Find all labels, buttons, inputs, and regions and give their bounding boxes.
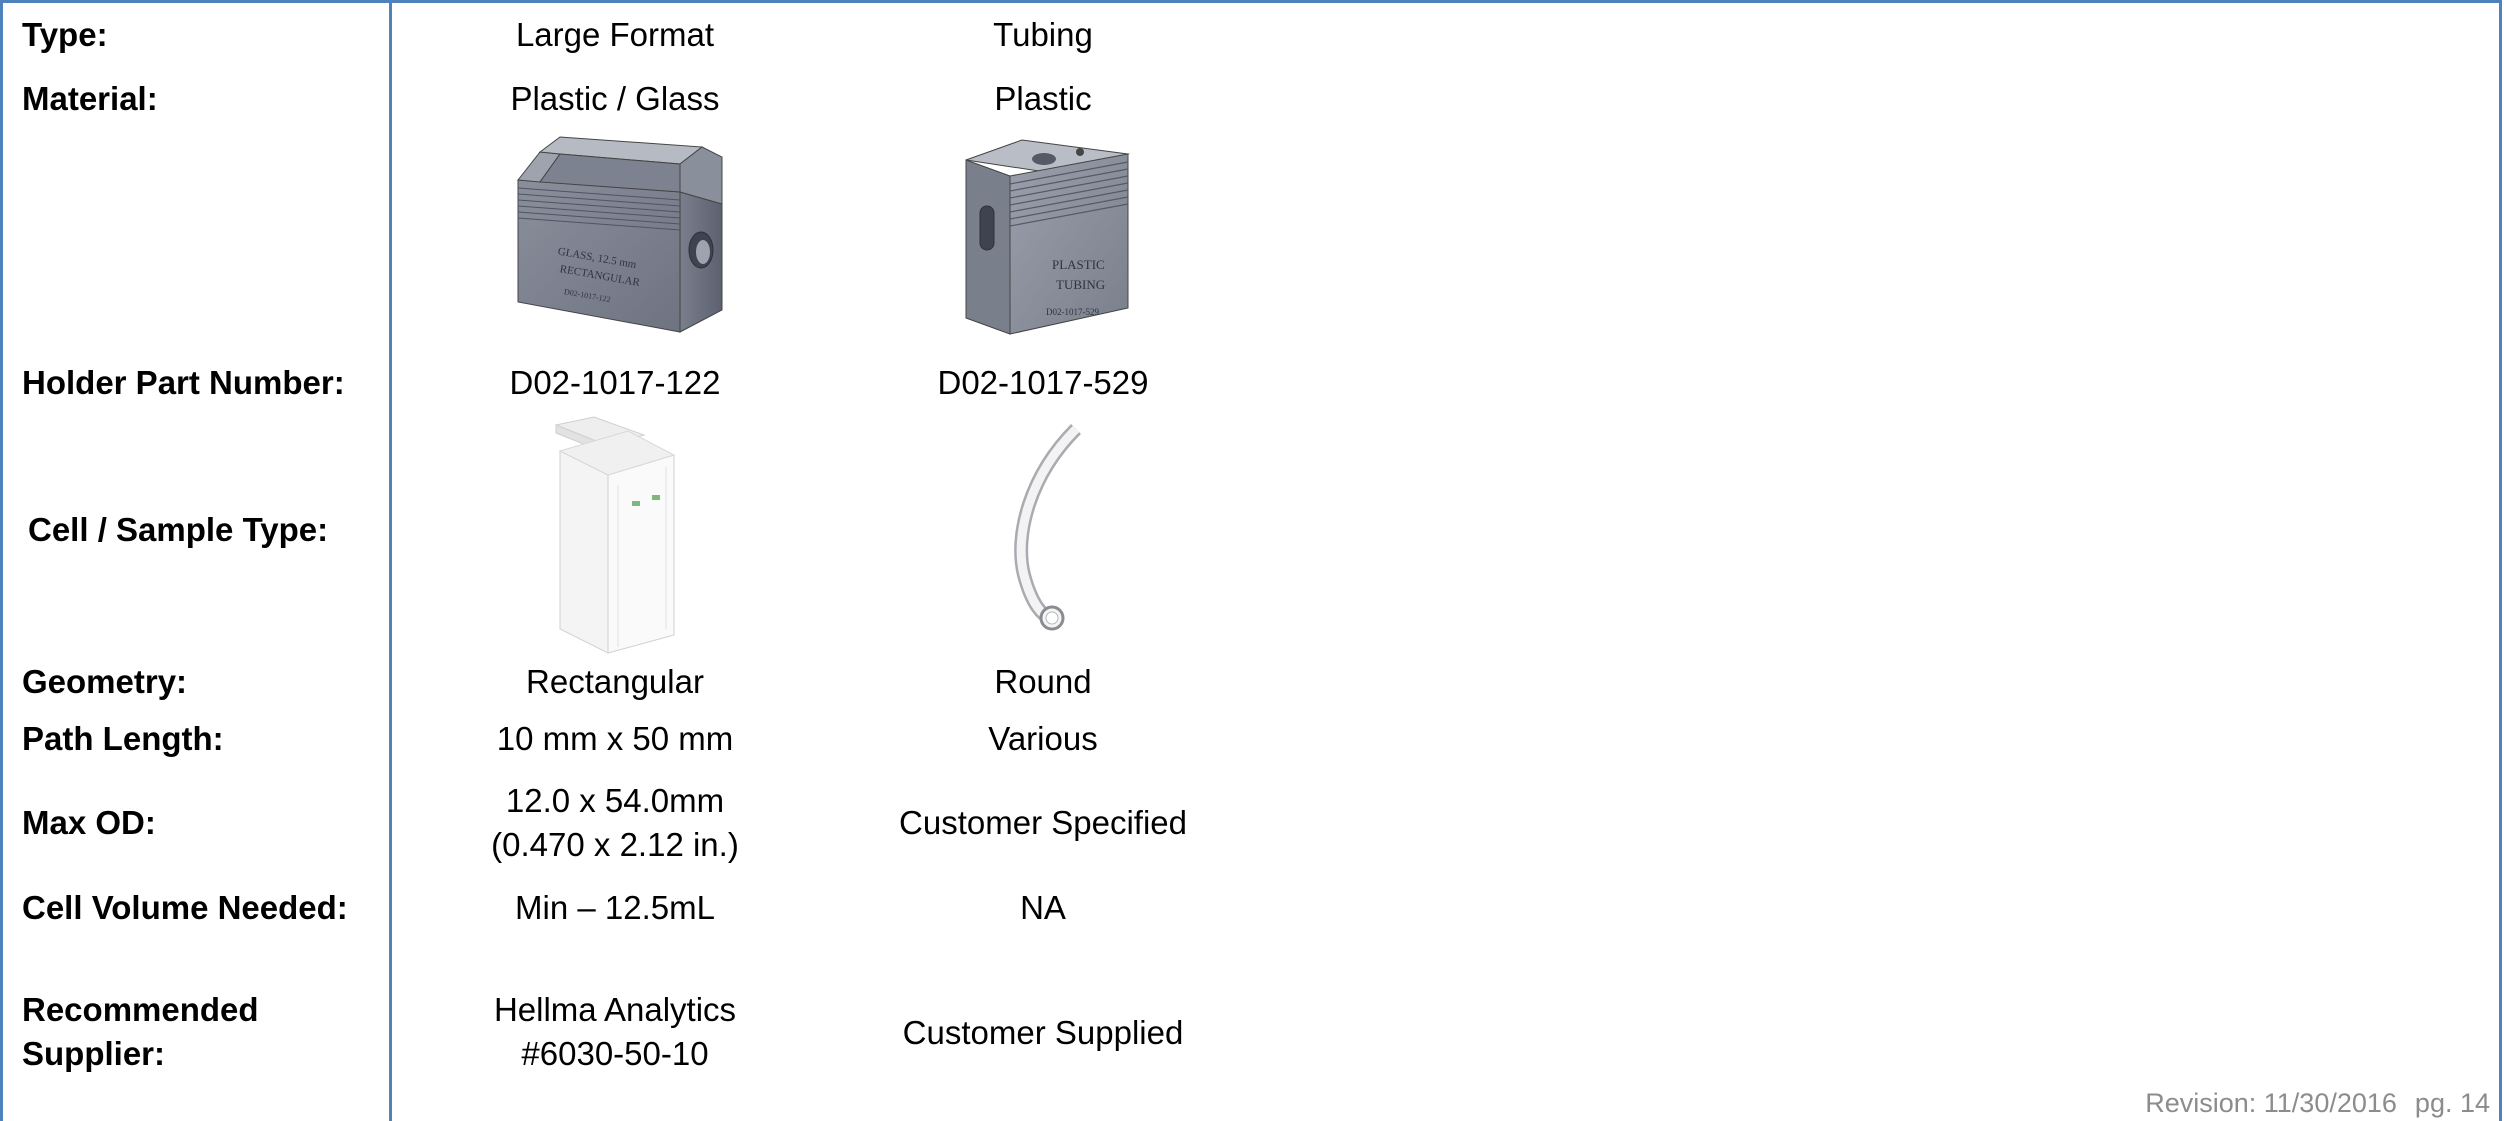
label-cell-sample-type: Cell / Sample Type: — [28, 511, 329, 548]
cuvette-image — [554, 416, 676, 654]
path-length-2: Various — [988, 720, 1098, 757]
revision-date: Revision: 11/30/2016 — [2145, 1088, 2397, 1118]
supplier-1: Hellma Analytics #6030-50-10 — [430, 988, 800, 1076]
column-divider — [389, 0, 392, 1121]
supplier-1-name: Hellma Analytics — [493, 991, 737, 1028]
holder-part-number-2: D02-1017-529 — [937, 364, 1149, 401]
label-supplier: Supplier: — [22, 1035, 166, 1072]
material-plastic-glass: Plastic / Glass — [510, 80, 720, 117]
supplier-2: Customer Supplied — [902, 1014, 1184, 1051]
label-cell-volume: Cell Volume Needed: — [22, 889, 348, 926]
geometry-rectangular: Rectangular — [526, 663, 704, 700]
max-od-1-mm: 12.0 x 54.0mm — [505, 782, 725, 819]
max-od-1: 12.0 x 54.0mm (0.470 x 2.12 in.) — [430, 779, 800, 867]
supplier-1-part: #6030-50-10 — [521, 1035, 709, 1072]
holder-2-engraving-3: D02-1017-529 — [1046, 307, 1099, 317]
holder-2-engraving-1: PLASTIC — [1052, 257, 1105, 272]
geometry-round: Round — [994, 663, 1092, 700]
label-path-length: Path Length: — [22, 720, 224, 757]
label-holder-part-number: Holder Part Number: — [22, 364, 345, 401]
label-recommended: Recommended — [22, 991, 259, 1028]
type-large-format: Large Format — [515, 16, 715, 53]
max-od-2: Customer Specified — [899, 804, 1187, 841]
cell-volume-1: Min – 12.5mL — [515, 889, 715, 926]
page-number: pg. 14 — [2414, 1088, 2490, 1118]
tubing-image — [1014, 424, 1081, 631]
type-tubing: Tubing — [993, 16, 1093, 53]
label-material: Material: — [22, 80, 158, 117]
tubing-holder-image: PLASTIC TUBING D02-1017-529 — [965, 139, 1130, 335]
holder-2-engraving-2: TUBING — [1056, 277, 1105, 292]
page-footer: Revision: 11/30/2016 pg. 14 — [2127, 1088, 2490, 1119]
path-length-1: 10 mm x 50 mm — [496, 720, 734, 757]
max-od-1-in: (0.470 x 2.12 in.) — [491, 826, 739, 863]
label-max-od: Max OD: — [22, 804, 156, 841]
large-format-holder-image: GLASS, 12.5 mm RECTANGULAR D02-1017-122 — [517, 136, 723, 333]
label-recommended-supplier: Recommended Supplier: — [22, 988, 259, 1076]
label-type: Type: — [22, 16, 108, 53]
holder-part-number-1: D02-1017-122 — [509, 364, 721, 401]
label-geometry: Geometry: — [22, 663, 188, 700]
material-plastic: Plastic — [994, 80, 1092, 117]
page-frame — [0, 0, 2502, 1121]
cell-volume-2: NA — [1020, 889, 1066, 926]
